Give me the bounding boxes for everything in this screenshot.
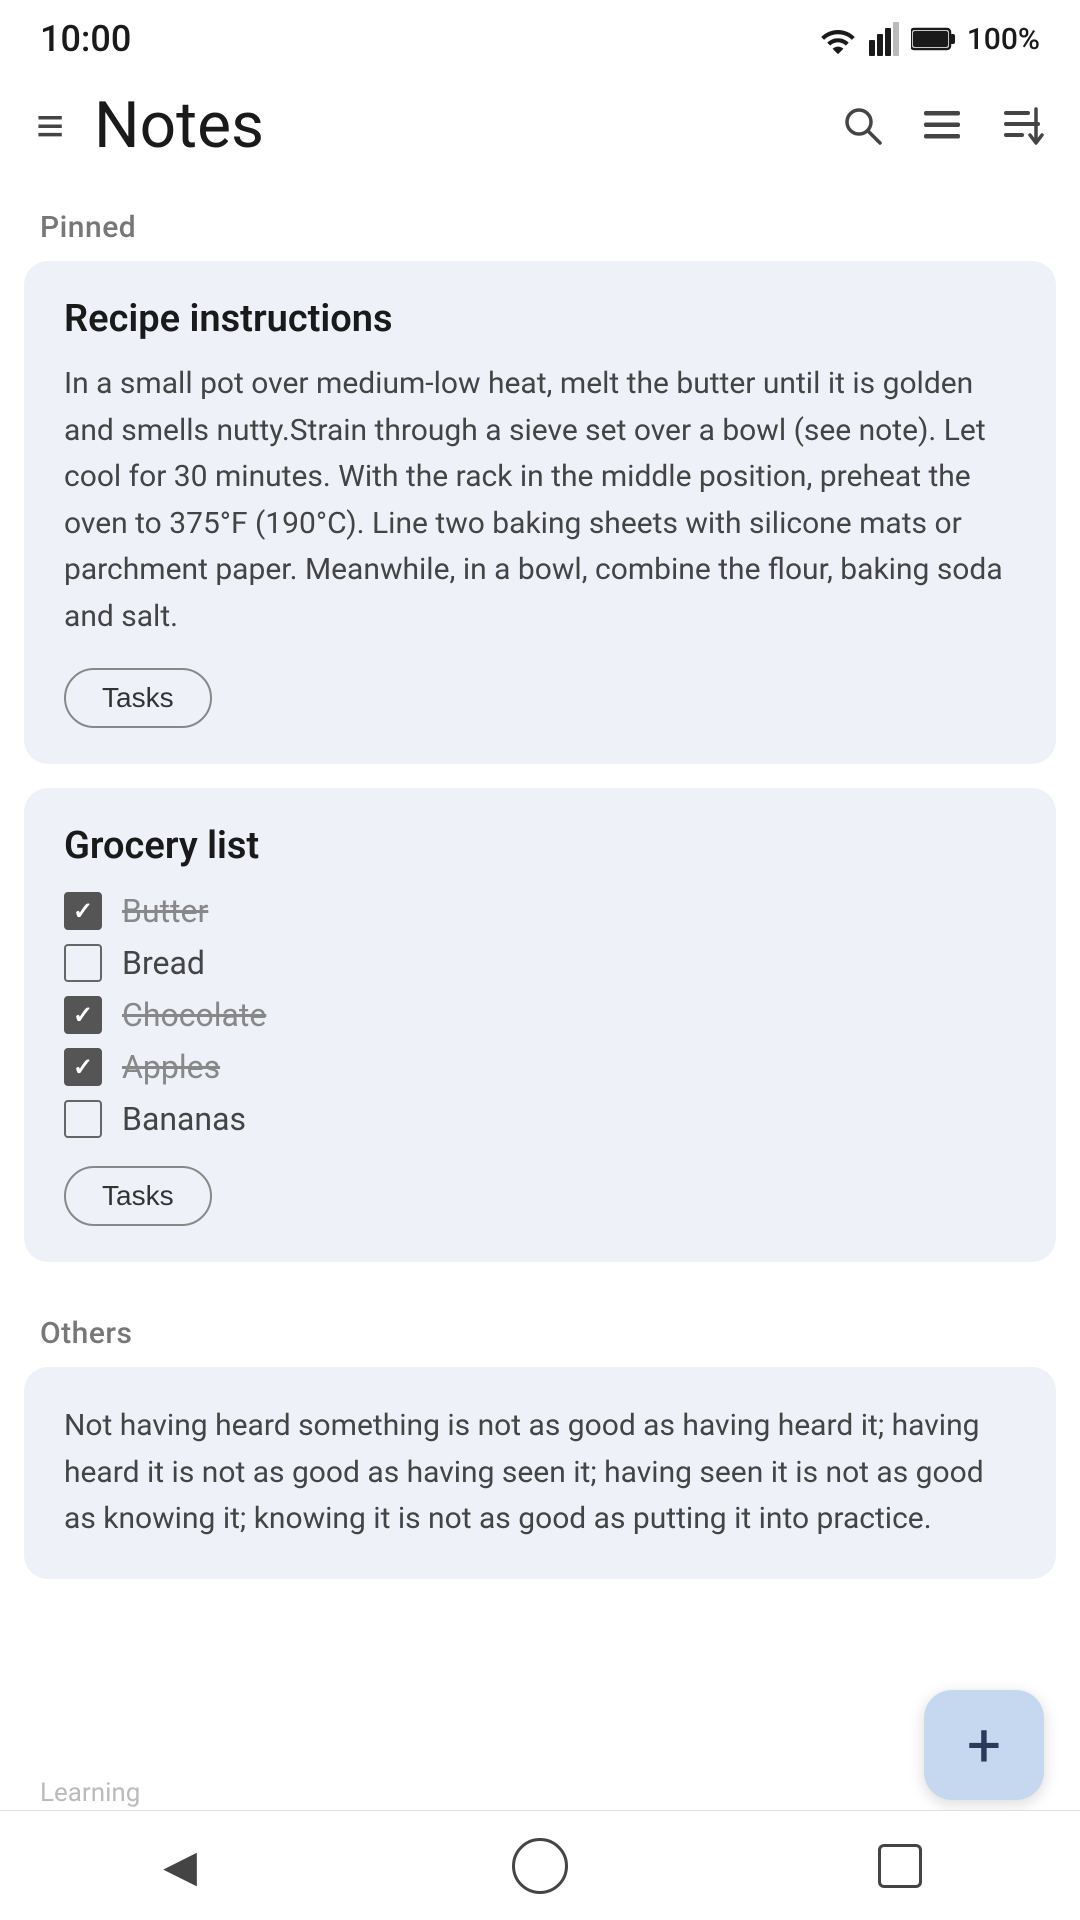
checkbox-bananas[interactable] <box>64 1100 102 1138</box>
battery-icon <box>911 25 955 53</box>
bottom-label: Learning <box>40 1778 140 1808</box>
checkbox-butter[interactable] <box>64 892 102 930</box>
recipe-note-body: In a small pot over medium-low heat, mel… <box>64 361 1016 640</box>
fab-add-button[interactable]: + <box>924 1690 1044 1800</box>
battery-percentage: 100% <box>967 22 1040 57</box>
checkbox-apples[interactable] <box>64 1048 102 1086</box>
grocery-item-butter[interactable]: Butter <box>64 892 1016 930</box>
wifi-icon <box>819 24 857 54</box>
recipe-tasks-button[interactable]: Tasks <box>64 668 212 728</box>
others-note-body: Not having heard something is not as goo… <box>64 1403 1016 1543</box>
grocery-item-chocolate[interactable]: Chocolate <box>64 996 1016 1034</box>
grocery-item-bananas[interactable]: Bananas <box>64 1100 1016 1138</box>
grocery-label-bananas: Bananas <box>122 1100 246 1138</box>
status-time: 10:00 <box>40 18 131 60</box>
grocery-item-apples[interactable]: Apples <box>64 1048 1016 1086</box>
grocery-items-list: Butter Bread Chocolate Apples Bananas <box>64 892 1016 1138</box>
back-button[interactable]: ◀ <box>140 1826 220 1906</box>
menu-icon[interactable]: ≡ <box>36 97 64 154</box>
grocery-tasks-button[interactable]: Tasks <box>64 1166 212 1226</box>
recipe-note-card[interactable]: Recipe instructions In a small pot over … <box>24 261 1056 764</box>
app-title: Notes <box>94 88 840 163</box>
bottom-navigation: ◀ <box>0 1810 1080 1920</box>
others-section-header: Others <box>0 1286 1080 1367</box>
search-icon[interactable] <box>840 103 884 147</box>
checkbox-chocolate[interactable] <box>64 996 102 1034</box>
signal-icon <box>869 22 899 56</box>
grocery-label-apples: Apples <box>122 1048 220 1086</box>
grocery-item-bread[interactable]: Bread <box>64 944 1016 982</box>
grocery-label-bread: Bread <box>122 944 205 982</box>
recents-button[interactable] <box>860 1826 940 1906</box>
recipe-note-title: Recipe instructions <box>64 297 1016 341</box>
home-circle-icon <box>512 1838 568 1894</box>
checkbox-bread[interactable] <box>64 944 102 982</box>
pinned-section-header: Pinned <box>0 180 1080 261</box>
grocery-label-butter: Butter <box>122 892 208 930</box>
home-button[interactable] <box>500 1826 580 1906</box>
others-note-card[interactable]: Not having heard something is not as goo… <box>24 1367 1056 1579</box>
status-icons: 100% <box>819 22 1040 57</box>
status-bar: 10:00 100% <box>0 0 1080 70</box>
recents-square-icon <box>878 1844 922 1888</box>
sort-icon[interactable] <box>1000 103 1044 147</box>
grocery-note-title: Grocery list <box>64 824 1016 868</box>
grocery-note-card[interactable]: Grocery list Butter Bread Chocolate Appl… <box>24 788 1056 1262</box>
grocery-label-chocolate: Chocolate <box>122 996 266 1034</box>
app-bar-actions <box>840 103 1044 147</box>
app-bar: ≡ Notes <box>0 70 1080 180</box>
list-view-icon[interactable] <box>920 103 964 147</box>
